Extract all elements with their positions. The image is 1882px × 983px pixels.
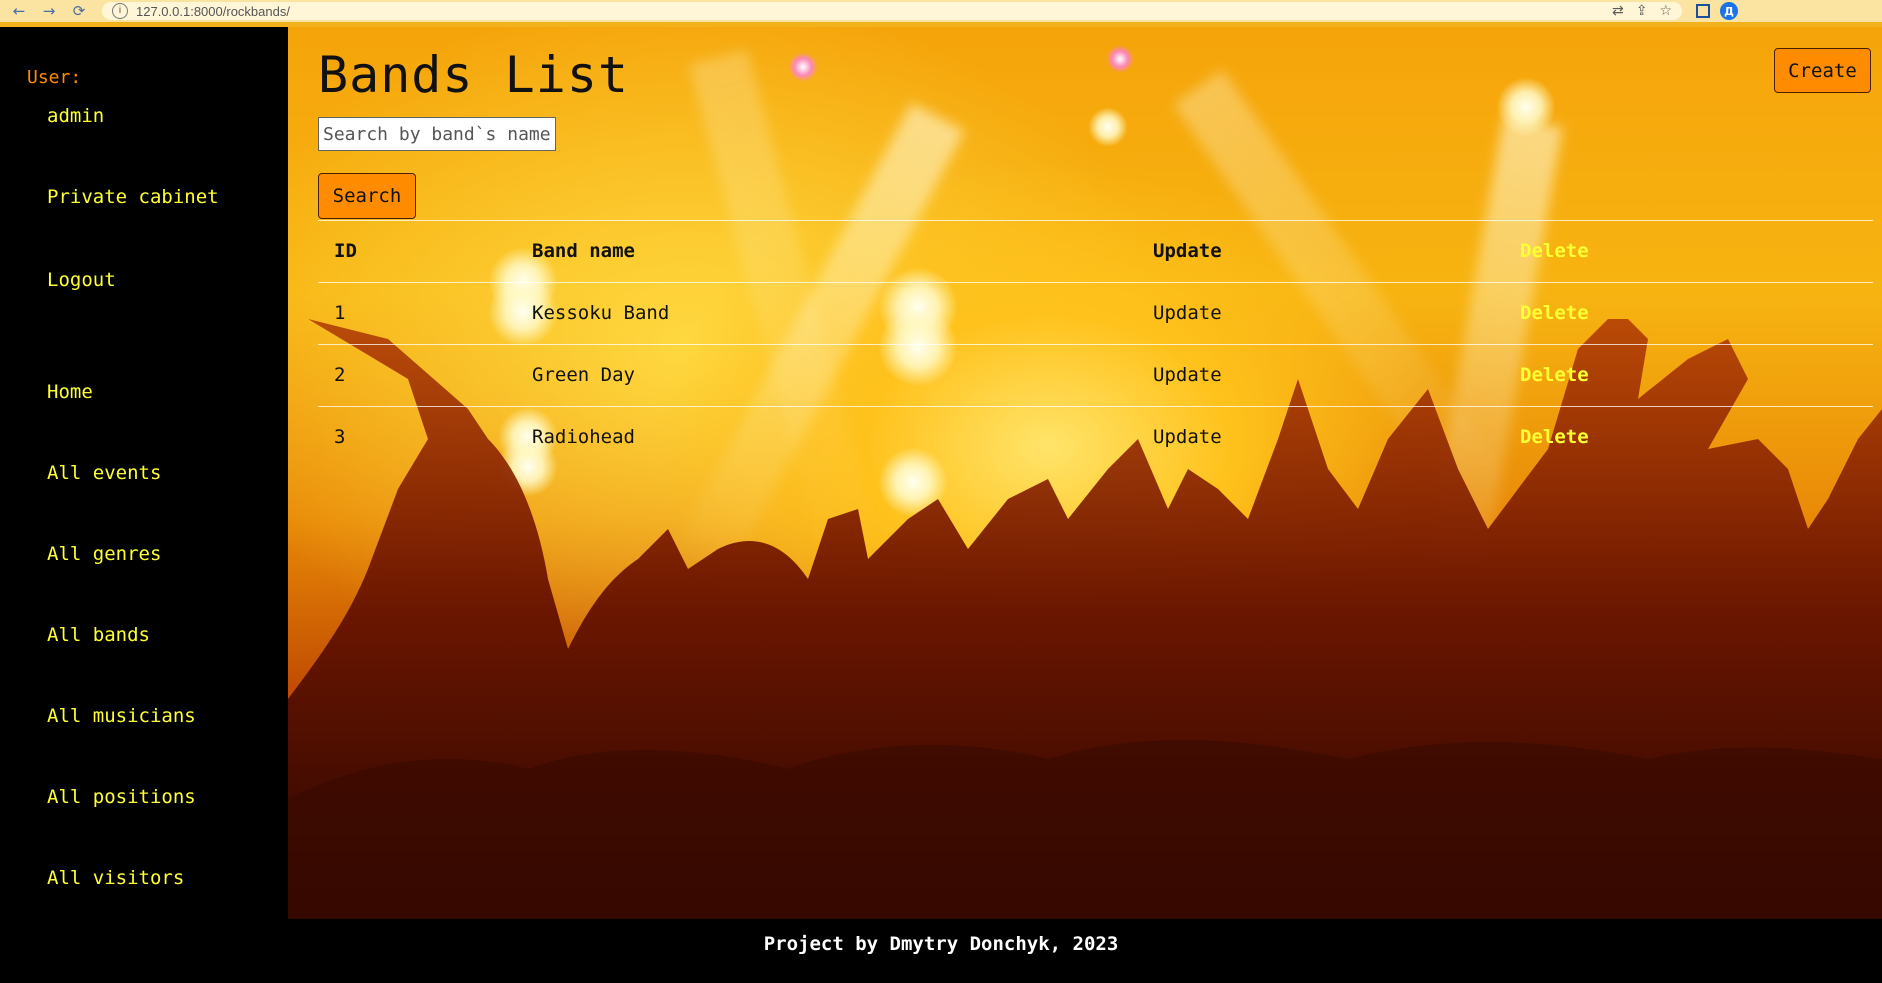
side-panel-icon[interactable] bbox=[1696, 4, 1710, 18]
browser-toolbar: ← → ⟳ i 127.0.0.1:8000/rockbands/ ⇄ ⇪ ☆ … bbox=[0, 0, 1882, 27]
nav-all-musicians[interactable]: All musicians bbox=[47, 705, 196, 727]
band-id: 2 bbox=[334, 364, 346, 386]
create-button[interactable]: Create bbox=[1774, 48, 1871, 93]
header-id: ID bbox=[334, 240, 357, 262]
back-arrow-icon[interactable]: ← bbox=[8, 2, 30, 20]
username-link[interactable]: admin bbox=[47, 105, 104, 127]
delete-link[interactable]: Delete bbox=[1520, 407, 1589, 468]
band-name: Kessoku Band bbox=[532, 302, 670, 324]
header-band-name: Band name bbox=[532, 240, 635, 262]
url-text: 127.0.0.1:8000/rockbands/ bbox=[136, 3, 290, 19]
delete-link[interactable]: Delete bbox=[1520, 283, 1589, 344]
profile-avatar[interactable]: Д bbox=[1720, 2, 1738, 20]
band-search-input[interactable] bbox=[318, 117, 556, 151]
nav-all-positions[interactable]: All positions bbox=[47, 786, 196, 808]
share-icon[interactable]: ⇪ bbox=[1636, 3, 1648, 19]
delete-link[interactable]: Delete bbox=[1520, 345, 1589, 406]
concert-background bbox=[288, 27, 1882, 919]
page-title: Bands List bbox=[318, 46, 630, 104]
nav-all-bands[interactable]: All bands bbox=[47, 624, 150, 646]
table-header-row: ID Band name Update Delete bbox=[318, 220, 1873, 282]
search-button[interactable]: Search bbox=[318, 173, 416, 219]
user-label: User: bbox=[27, 67, 82, 88]
band-name: Radiohead bbox=[532, 426, 635, 448]
band-id: 1 bbox=[334, 302, 346, 324]
table-row: 1 Kessoku Band Update Delete bbox=[318, 282, 1873, 344]
logout-link[interactable]: Logout bbox=[47, 269, 116, 291]
nav-panel: Home All events All genres All bands All… bbox=[2, 351, 288, 919]
nav-home[interactable]: Home bbox=[47, 381, 93, 403]
update-link[interactable]: Update bbox=[1153, 283, 1222, 344]
band-id: 3 bbox=[334, 426, 346, 448]
user-panel: User: admin Private cabinet Logout bbox=[2, 47, 288, 321]
private-cabinet-link[interactable]: Private cabinet bbox=[47, 186, 219, 208]
nav-all-visitors[interactable]: All visitors bbox=[47, 867, 184, 889]
update-link[interactable]: Update bbox=[1153, 407, 1222, 468]
header-delete: Delete bbox=[1520, 240, 1589, 262]
footer: Project by Dmytry Donchyk, 2023 bbox=[0, 919, 1882, 983]
forward-arrow-icon[interactable]: → bbox=[38, 2, 60, 20]
update-link[interactable]: Update bbox=[1153, 345, 1222, 406]
reload-icon[interactable]: ⟳ bbox=[68, 2, 90, 20]
bookmark-star-icon[interactable]: ☆ bbox=[1659, 3, 1672, 19]
table-row: 3 Radiohead Update Delete bbox=[318, 406, 1873, 468]
nav-all-genres[interactable]: All genres bbox=[47, 543, 161, 565]
site-info-icon[interactable]: i bbox=[112, 3, 128, 19]
table-row: 2 Green Day Update Delete bbox=[318, 344, 1873, 406]
header-update: Update bbox=[1153, 240, 1222, 262]
bands-table: ID Band name Update Delete 1 Kessoku Ban… bbox=[318, 220, 1873, 468]
band-name: Green Day bbox=[532, 364, 635, 386]
nav-all-events[interactable]: All events bbox=[47, 462, 161, 484]
address-bar[interactable]: i 127.0.0.1:8000/rockbands/ ⇄ ⇪ ☆ bbox=[102, 2, 1682, 20]
translate-icon[interactable]: ⇄ bbox=[1612, 3, 1624, 19]
footer-credit: Project by Dmytry Donchyk, 2023 bbox=[763, 933, 1119, 955]
